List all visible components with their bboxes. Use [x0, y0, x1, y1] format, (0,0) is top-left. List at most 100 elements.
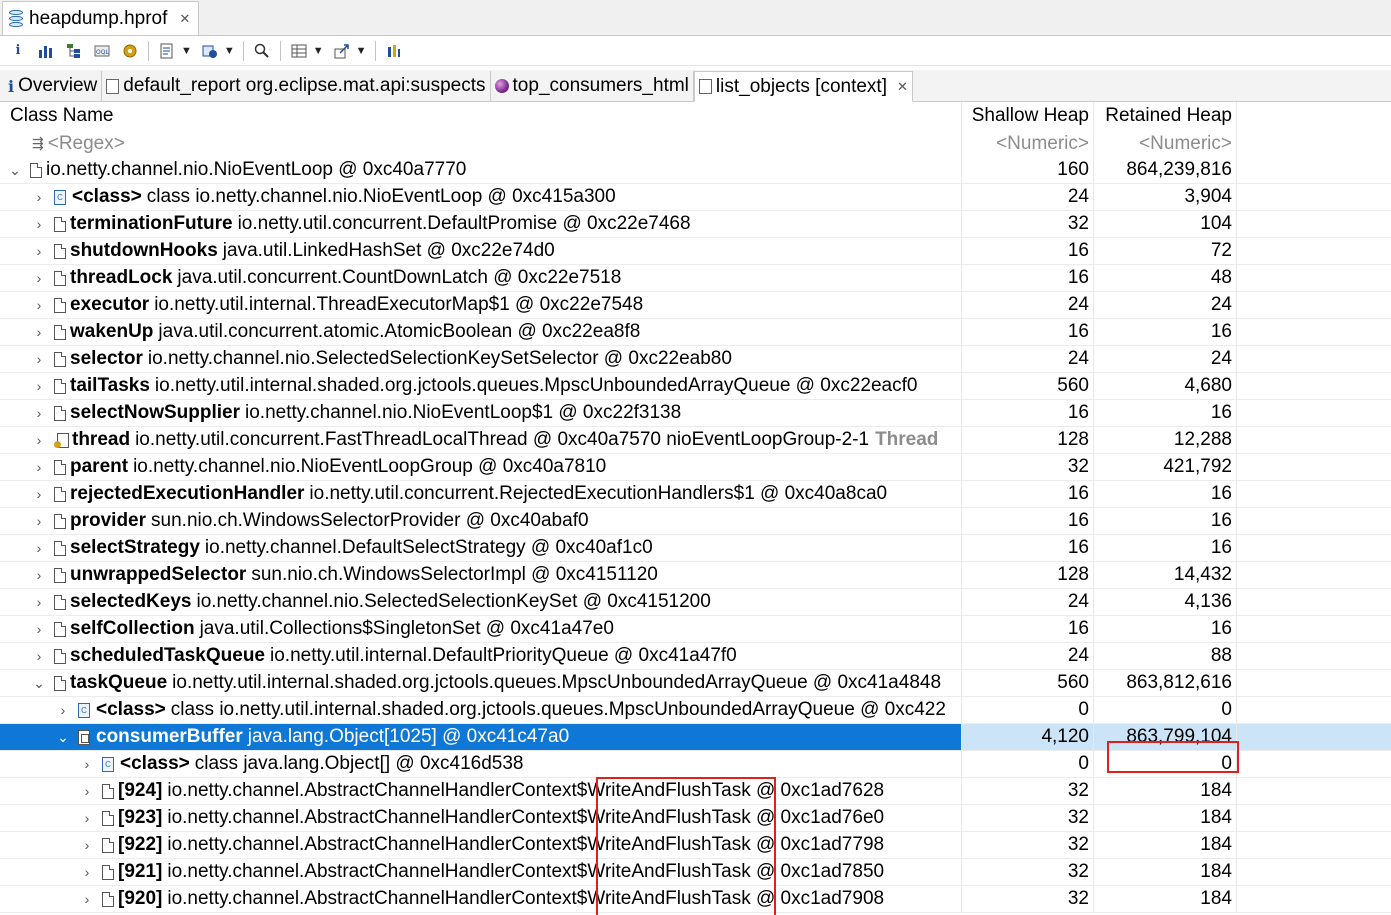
- chevron-right-icon[interactable]: ›: [32, 486, 46, 502]
- class-name-cell[interactable]: › selector io.netty.channel.nio.SelectedSe…: [0, 346, 962, 372]
- chevron-right-icon[interactable]: ›: [32, 594, 46, 610]
- class-name-cell[interactable]: › C <class> class io.netty.channel.nio.NioE…: [0, 184, 962, 210]
- table-row[interactable]: › unwrappedSelector sun.nio.ch.WindowsSele…: [0, 562, 1391, 589]
- chevron-right-icon[interactable]: ›: [32, 648, 46, 664]
- class-name-cell[interactable]: › C <class> class io.netty.util.internal.sh…: [0, 697, 962, 723]
- chevron-right-icon[interactable]: ›: [32, 459, 46, 475]
- class-name-cell[interactable]: › selfCollection java.util.Collections$Sin…: [0, 616, 962, 642]
- table-row[interactable]: ⌄ taskQueue io.netty.util.internal.shaded.…: [0, 670, 1391, 697]
- chevron-right-icon[interactable]: ›: [80, 756, 94, 772]
- table-row[interactable]: › [923] io.netty.channel.AbstractChannelHa…: [0, 805, 1391, 832]
- class-name-cell[interactable]: › terminationFuture io.netty.util.concurre…: [0, 211, 962, 237]
- class-name-cell[interactable]: › thread io.netty.util.concurrent.FastThre…: [0, 427, 962, 453]
- search-icon[interactable]: [252, 40, 272, 62]
- chevron-down-icon[interactable]: ▼: [181, 45, 192, 57]
- group-result-icon[interactable]: [289, 40, 309, 62]
- chevron-right-icon[interactable]: ›: [80, 891, 94, 907]
- class-name-cell[interactable]: ⌄ io.netty.channel.nio.NioEventLoop @ 0xc…: [0, 157, 962, 183]
- query-browser-icon[interactable]: [200, 40, 220, 62]
- table-row[interactable]: › selectedKeys io.netty.channel.nio.Select…: [0, 589, 1391, 616]
- chevron-right-icon[interactable]: ›: [32, 405, 46, 421]
- class-name-cell[interactable]: › selectedKeys io.netty.channel.nio.Select…: [0, 589, 962, 615]
- chevron-right-icon[interactable]: ›: [32, 540, 46, 556]
- column-header-retained-heap[interactable]: Retained Heap: [1094, 102, 1237, 130]
- chevron-right-icon[interactable]: ›: [32, 324, 46, 340]
- chevron-down-icon[interactable]: ▼: [313, 45, 324, 57]
- table-row[interactable]: › C <class> class java.lang.Object[] @ 0xc4…: [0, 751, 1391, 778]
- table-row[interactable]: › provider sun.nio.ch.WindowsSelectorProvi…: [0, 508, 1391, 535]
- table-row[interactable]: › [921] io.netty.channel.AbstractChannelHa…: [0, 859, 1391, 886]
- info-icon[interactable]: i: [8, 40, 28, 62]
- close-icon[interactable]: ✕: [179, 11, 190, 27]
- chevron-right-icon[interactable]: ›: [80, 864, 94, 880]
- table-row[interactable]: › executor io.netty.util.internal.ThreadEx…: [0, 292, 1391, 319]
- chevron-right-icon[interactable]: ›: [32, 270, 46, 286]
- table-row[interactable]: › tailTasks io.netty.util.internal.shaded.…: [0, 373, 1391, 400]
- table-row[interactable]: › C <class> class io.netty.util.internal.sh…: [0, 697, 1391, 724]
- chevron-down-icon[interactable]: ▼: [356, 45, 367, 57]
- class-name-cell[interactable]: ⌄ taskQueue io.netty.util.internal.shaded.…: [0, 670, 962, 696]
- export-icon[interactable]: [332, 40, 352, 62]
- column-header-shallow-heap[interactable]: Shallow Heap: [962, 102, 1094, 130]
- editor-tab-heapdump[interactable]: heapdump.hprof ✕: [2, 1, 200, 35]
- dominator-tree-icon[interactable]: [64, 40, 84, 62]
- class-name-cell[interactable]: › executor io.netty.util.internal.ThreadEx…: [0, 292, 962, 318]
- table-row[interactable]: ⌄ consumerBuffer java.lang.Object[1025] @ …: [0, 724, 1391, 751]
- class-name-cell[interactable]: › rejectedExecutionHandler io.netty.util.c…: [0, 481, 962, 507]
- class-name-cell[interactable]: › shutdownHooks java.util.LinkedHashSet @ …: [0, 238, 962, 264]
- table-row[interactable]: › [920] io.netty.channel.AbstractChannelHa…: [0, 886, 1391, 913]
- class-name-cell[interactable]: ⌄ consumerBuffer java.lang.Object[1025] @ …: [0, 724, 962, 750]
- class-name-cell[interactable]: › [921] io.netty.channel.AbstractChannelHa…: [0, 859, 962, 885]
- tab-overview[interactable]: i Overview: [4, 71, 103, 101]
- class-name-cell[interactable]: › tailTasks io.netty.util.internal.shaded.…: [0, 373, 962, 399]
- table-row[interactable]: › C <class> class io.netty.channel.nio.NioE…: [0, 184, 1391, 211]
- chevron-right-icon[interactable]: ›: [80, 810, 94, 826]
- chevron-right-icon[interactable]: ›: [32, 378, 46, 394]
- table-row[interactable]: › threadLock java.util.concurrent.CountDow…: [0, 265, 1391, 292]
- class-name-cell[interactable]: › [924] io.netty.channel.AbstractChannelHa…: [0, 778, 962, 804]
- class-name-cell[interactable]: › selectStrategy io.netty.channel.DefaultS…: [0, 535, 962, 561]
- class-name-cell[interactable]: › unwrappedSelector sun.nio.ch.WindowsSele…: [0, 562, 962, 588]
- class-name-cell[interactable]: › provider sun.nio.ch.WindowsSelectorProvi…: [0, 508, 962, 534]
- chevron-right-icon[interactable]: ›: [32, 567, 46, 583]
- table-row[interactable]: › parent io.netty.channel.nio.NioEventLoop…: [0, 454, 1391, 481]
- chevron-right-icon[interactable]: ›: [32, 351, 46, 367]
- table-row[interactable]: › selfCollection java.util.Collections$Sin…: [0, 616, 1391, 643]
- chevron-down-icon[interactable]: ▼: [224, 45, 235, 57]
- chevron-right-icon[interactable]: ›: [32, 189, 46, 205]
- table-row[interactable]: › shutdownHooks java.util.LinkedHashSet @ …: [0, 238, 1391, 265]
- chevron-down-icon[interactable]: ⌄: [32, 675, 46, 692]
- regex-filter-input[interactable]: <Regex>: [48, 133, 125, 155]
- class-name-cell[interactable]: › [923] io.netty.channel.AbstractChannelHa…: [0, 805, 962, 831]
- tab-list-objects[interactable]: list_objects [context] ✕: [693, 71, 913, 102]
- chevron-right-icon[interactable]: ›: [32, 621, 46, 637]
- run-report-icon[interactable]: [157, 40, 177, 62]
- histogram-icon[interactable]: [36, 40, 56, 62]
- regex-filter-cell[interactable]: ⇶ <Regex>: [0, 130, 962, 157]
- class-name-cell[interactable]: › C <class> class java.lang.Object[] @ 0xc4…: [0, 751, 962, 777]
- retained-filter-input[interactable]: <Numeric>: [1094, 130, 1237, 157]
- table-row[interactable]: › selectNowSupplier io.netty.channel.nio.N…: [0, 400, 1391, 427]
- table-row[interactable]: › selector io.netty.channel.nio.SelectedSe…: [0, 346, 1391, 373]
- chevron-right-icon[interactable]: ›: [56, 702, 70, 718]
- chevron-down-icon[interactable]: ⌄: [56, 729, 70, 746]
- table-row[interactable]: › thread io.netty.util.concurrent.FastThre…: [0, 427, 1391, 454]
- table-row[interactable]: › scheduledTaskQueue io.netty.util.interna…: [0, 643, 1391, 670]
- thread-overview-icon[interactable]: [120, 40, 140, 62]
- tab-default-report[interactable]: default_report org.eclipse.mat.api:suspe…: [102, 71, 491, 101]
- chevron-right-icon[interactable]: ›: [80, 783, 94, 799]
- chevron-right-icon[interactable]: ›: [80, 837, 94, 853]
- shallow-filter-input[interactable]: <Numeric>: [962, 130, 1094, 157]
- settings-icon[interactable]: [384, 40, 404, 62]
- chevron-right-icon[interactable]: ›: [32, 243, 46, 259]
- table-row[interactable]: ⌄ io.netty.channel.nio.NioEventLoop @ 0xc…: [0, 157, 1391, 184]
- class-name-cell[interactable]: › [920] io.netty.channel.AbstractChannelHa…: [0, 886, 962, 912]
- column-header-class-name[interactable]: Class Name: [0, 102, 962, 130]
- chevron-right-icon[interactable]: ›: [32, 216, 46, 232]
- table-row[interactable]: › wakenUp java.util.concurrent.atomic.Atom…: [0, 319, 1391, 346]
- class-name-cell[interactable]: › parent io.netty.channel.nio.NioEventLoop…: [0, 454, 962, 480]
- table-row[interactable]: › [924] io.netty.channel.AbstractChannelHa…: [0, 778, 1391, 805]
- chevron-down-icon[interactable]: ⌄: [8, 162, 22, 179]
- table-row[interactable]: › rejectedExecutionHandler io.netty.util.c…: [0, 481, 1391, 508]
- close-icon[interactable]: ✕: [897, 79, 908, 95]
